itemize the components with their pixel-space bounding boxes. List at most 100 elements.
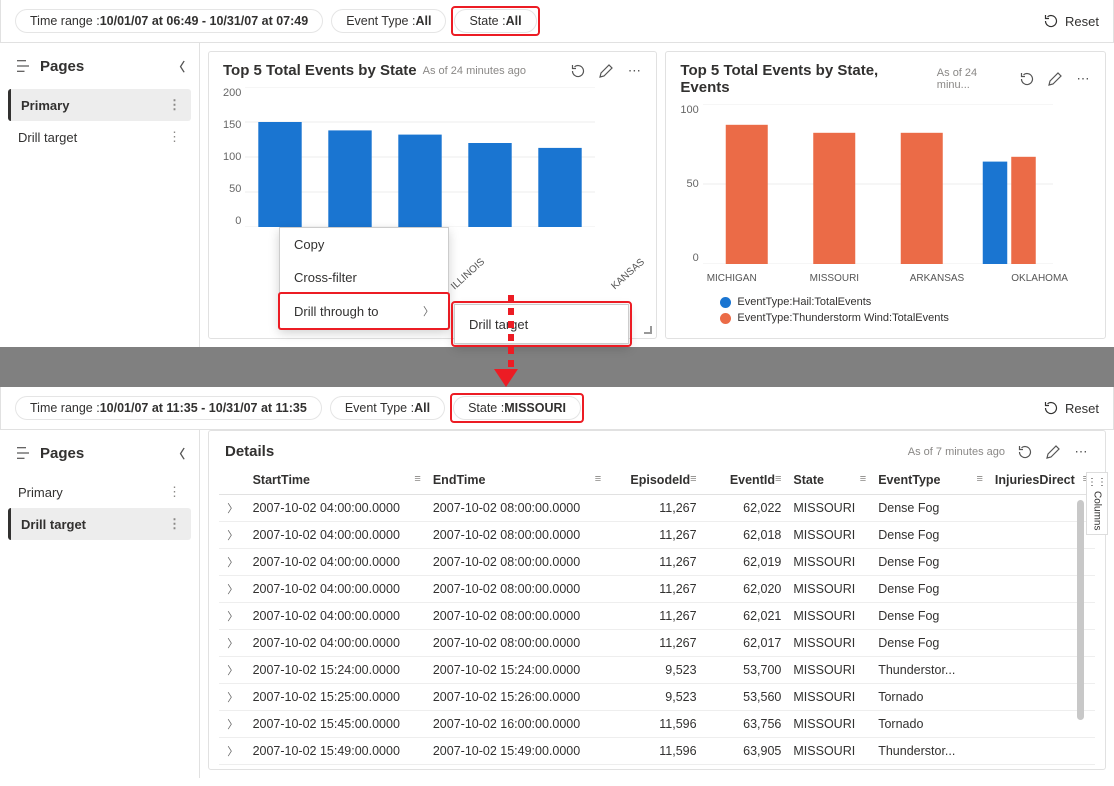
flow-arrow-icon (503, 295, 518, 387)
col-state[interactable]: State≡ (787, 466, 872, 495)
cell-state: MISSOURI (787, 495, 872, 522)
pages-header: Pages 〈 (8, 440, 191, 476)
expand-row-icon[interactable]: 〉 (219, 657, 247, 684)
sidebar-item-primary[interactable]: Primary⋮ (8, 476, 191, 508)
cell-state: MISSOURI (787, 657, 872, 684)
table-wrap: StartTime≡EndTime≡EpisodeId≡EventId≡Stat… (209, 466, 1105, 769)
edit-icon[interactable] (598, 63, 614, 79)
sidebar-item-drill-target[interactable]: Drill target⋮ (8, 508, 191, 540)
column-menu-icon[interactable]: ≡ (860, 473, 866, 485)
cell-eventid: 62,018 (703, 522, 788, 549)
sidebar-item-drill-target[interactable]: Drill target⋮ (8, 121, 191, 153)
page-menu-icon[interactable]: ⋮ (168, 129, 181, 145)
cell-eventtype: Dense Fog (872, 603, 989, 630)
filter-state[interactable]: State : All (454, 9, 536, 33)
more-icon[interactable]: ⋯ (1073, 444, 1089, 460)
cell-state: MISSOURI (787, 630, 872, 657)
expand-row-icon[interactable]: 〉 (219, 603, 247, 630)
ctx-copy[interactable]: Copy (280, 228, 448, 261)
refresh-icon[interactable] (570, 63, 586, 79)
table-row[interactable]: 〉2007-10-02 04:00:00.00002007-10-02 08:0… (219, 603, 1095, 630)
card-title: Details (225, 443, 274, 460)
reset-button[interactable]: Reset (1043, 400, 1099, 416)
filter-event-type[interactable]: Event Type : All (330, 396, 445, 420)
table-row[interactable]: 〉2007-10-02 15:25:00.00002007-10-02 15:2… (219, 684, 1095, 711)
dashboard-view-target: Time range : 10/01/07 at 11:35 - 10/31/0… (0, 387, 1114, 778)
col-episodeid[interactable]: EpisodeId≡ (607, 466, 702, 495)
cell-episodeid: 11,267 (607, 576, 702, 603)
columns-panel-toggle[interactable]: ⋮⋮ Columns (1086, 472, 1108, 535)
grouped-bar-chart[interactable]: 100500 (680, 104, 1091, 267)
resize-handle-icon[interactable] (644, 326, 652, 334)
cell-episodeid: 11,596 (607, 738, 702, 765)
expand-row-icon[interactable]: 〉 (219, 495, 247, 522)
table-row[interactable]: 〉2007-10-02 04:00:00.00002007-10-02 08:0… (219, 576, 1095, 603)
ctx-cross-filter[interactable]: Cross-filter (280, 261, 448, 294)
collapse-icon[interactable]: 〈 (173, 445, 185, 462)
table-row[interactable]: 〉2007-10-02 04:00:00.00002007-10-02 08:0… (219, 630, 1095, 657)
page-menu-icon[interactable]: ⋮ (168, 516, 181, 532)
cell-endtime: 2007-10-02 08:00:00.0000 (427, 495, 607, 522)
cell-starttime: 2007-10-02 04:00:00.0000 (247, 495, 427, 522)
column-menu-icon[interactable]: ≡ (775, 473, 781, 485)
expand-row-icon[interactable]: 〉 (219, 684, 247, 711)
details-table: StartTime≡EndTime≡EpisodeId≡EventId≡Stat… (219, 466, 1095, 765)
pages-header: Pages 〈 (8, 53, 191, 89)
edit-icon[interactable] (1045, 444, 1061, 460)
cell-endtime: 2007-10-02 15:49:00.0000 (427, 738, 607, 765)
value: MISSOURI (504, 401, 566, 415)
page-menu-icon[interactable]: ⋮ (168, 484, 181, 500)
cell-eventid: 53,700 (703, 657, 788, 684)
cell-starttime: 2007-10-02 04:00:00.0000 (247, 603, 427, 630)
table-row[interactable]: 〉2007-10-02 04:00:00.00002007-10-02 08:0… (219, 522, 1095, 549)
col-eventtype[interactable]: EventType≡ (872, 466, 989, 495)
cell-endtime: 2007-10-02 15:24:00.0000 (427, 657, 607, 684)
page-menu-icon[interactable]: ⋮ (168, 97, 181, 113)
cell-eventid: 62,021 (703, 603, 788, 630)
filter-time-range[interactable]: Time range : 10/01/07 at 06:49 - 10/31/0… (15, 9, 323, 33)
expand-row-icon[interactable]: 〉 (219, 549, 247, 576)
col-endtime[interactable]: EndTime≡ (427, 466, 607, 495)
filter-time-range[interactable]: Time range : 10/01/07 at 11:35 - 10/31/0… (15, 396, 322, 420)
cell-endtime: 2007-10-02 08:00:00.0000 (427, 630, 607, 657)
col-injuriesdirect[interactable]: InjuriesDirect≡ (989, 466, 1095, 495)
ctx-drill-through[interactable]: Drill through to 〉 (280, 294, 448, 328)
expand-row-icon[interactable]: 〉 (219, 522, 247, 549)
cell-endtime: 2007-10-02 08:00:00.0000 (427, 522, 607, 549)
legend-swatch-icon (720, 313, 731, 324)
column-menu-icon[interactable]: ≡ (690, 473, 696, 485)
table-row[interactable]: 〉2007-10-02 04:00:00.00002007-10-02 08:0… (219, 549, 1095, 576)
edit-icon[interactable] (1047, 71, 1063, 87)
legend-item: EventType:Thunderstorm Wind:TotalEvents (720, 312, 1091, 324)
filter-state[interactable]: State : MISSOURI (453, 396, 581, 420)
ctx-drill-submenu[interactable]: Drill target (454, 304, 629, 344)
more-icon[interactable]: ⋯ (626, 63, 642, 79)
expand-row-icon[interactable]: 〉 (219, 630, 247, 657)
reset-button[interactable]: Reset (1043, 13, 1099, 29)
sidebar-item-primary[interactable]: Primary⋮ (8, 89, 191, 121)
cell-state: MISSOURI (787, 684, 872, 711)
col-eventid[interactable]: EventId≡ (703, 466, 788, 495)
scrollbar-thumb[interactable] (1077, 500, 1084, 720)
more-icon[interactable]: ⋯ (1075, 71, 1091, 87)
refresh-icon[interactable] (1019, 71, 1035, 87)
expand-row-icon[interactable]: 〉 (219, 738, 247, 765)
collapse-icon[interactable]: 〈 (173, 58, 185, 75)
cell-eventtype: Thunderstor... (872, 738, 989, 765)
col-starttime[interactable]: StartTime≡ (247, 466, 427, 495)
cell-endtime: 2007-10-02 15:26:00.0000 (427, 684, 607, 711)
cell-eventid: 62,020 (703, 576, 788, 603)
table-row[interactable]: 〉2007-10-02 04:00:00.00002007-10-02 08:0… (219, 495, 1095, 522)
expand-row-icon[interactable]: 〉 (219, 576, 247, 603)
refresh-icon[interactable] (1017, 444, 1033, 460)
reset-label: Reset (1065, 401, 1099, 416)
column-menu-icon[interactable]: ≡ (595, 473, 601, 485)
column-menu-icon[interactable]: ≡ (414, 473, 420, 485)
column-menu-icon[interactable]: ≡ (976, 473, 982, 485)
table-row[interactable]: 〉2007-10-02 15:45:00.00002007-10-02 16:0… (219, 711, 1095, 738)
bar-chart[interactable]: 200150100500 (223, 87, 642, 230)
table-row[interactable]: 〉2007-10-02 15:24:00.00002007-10-02 15:2… (219, 657, 1095, 684)
filter-event-type[interactable]: Event Type : All (331, 9, 446, 33)
expand-row-icon[interactable]: 〉 (219, 711, 247, 738)
table-row[interactable]: 〉2007-10-02 15:49:00.00002007-10-02 15:4… (219, 738, 1095, 765)
